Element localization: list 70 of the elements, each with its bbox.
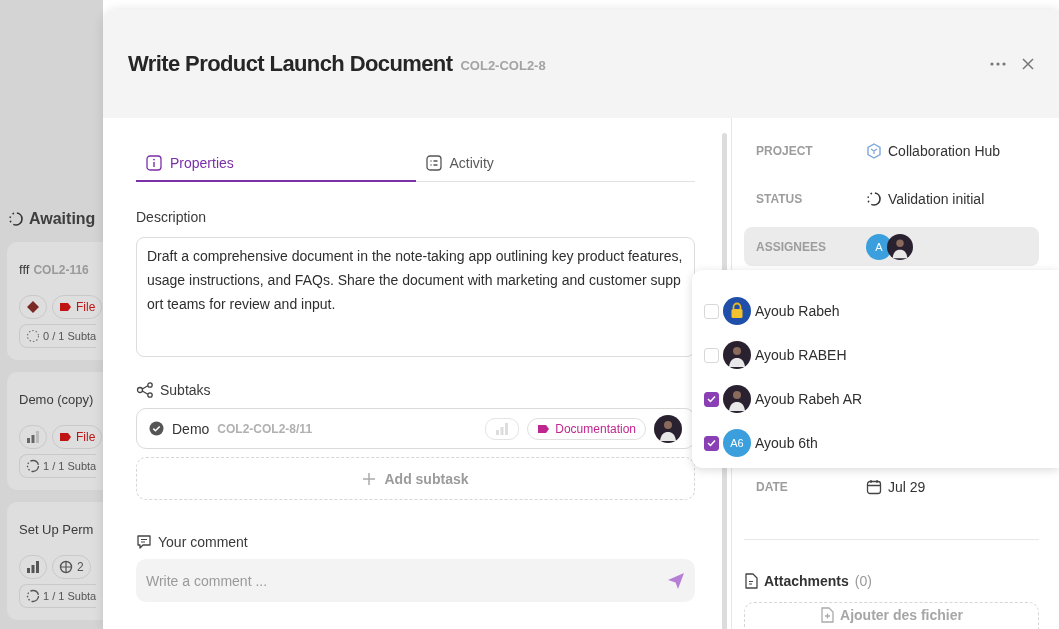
- list-icon: [425, 155, 442, 171]
- info-icon: [146, 154, 162, 171]
- card-title: Set Up Perm: [19, 522, 95, 537]
- task-title: Write Product Launch Document: [128, 51, 453, 77]
- property-label: STATUS: [756, 191, 804, 206]
- tag-icon: [537, 422, 551, 435]
- avatar: [723, 341, 751, 369]
- option-label[interactable]: Ayoub 6th: [755, 435, 818, 451]
- card-title: Demo (copy): [19, 392, 95, 407]
- send-icon: [667, 572, 685, 590]
- subtask-count: 1 / 1 Subta: [19, 584, 97, 608]
- property-value[interactable]: Collaboration Hub: [888, 142, 1001, 159]
- diamond-icon: [26, 300, 40, 314]
- subtasks-icon: [136, 382, 154, 398]
- property-value[interactable]: Jul 29: [888, 478, 926, 495]
- tag-icon: [59, 301, 72, 313]
- status-icon: [866, 190, 882, 207]
- subtask-count: 1 / 1 Subta: [19, 454, 97, 478]
- file-icon: [744, 573, 758, 589]
- close-button[interactable]: [1021, 57, 1035, 71]
- close-icon: [1021, 57, 1035, 71]
- subtask-title: Demo: [172, 420, 210, 437]
- send-button[interactable]: [667, 572, 685, 590]
- column-title: Awaiting: [29, 210, 96, 228]
- task-card[interactable]: fff COL2-116 File 0 / 1 Subta: [7, 242, 103, 360]
- file-add-icon: [820, 607, 835, 623]
- avatar: A: [866, 233, 892, 260]
- status-icon: [8, 211, 24, 227]
- task-card[interactable]: Set Up Perm 2 1 / 1 Subta: [7, 502, 103, 620]
- avatar: [654, 414, 682, 443]
- task-id: COL2-COL2-8: [460, 58, 546, 73]
- subtask-id: COL2-COL2-8/11: [217, 421, 313, 436]
- option-label[interactable]: Ayoub Rabeh: [755, 303, 840, 319]
- plus-icon: [362, 471, 377, 486]
- bars-icon: [26, 430, 40, 444]
- subtask-count: 0 / 1 Subta: [19, 324, 97, 348]
- avatar: [887, 233, 913, 260]
- section-label: Attachments: [764, 573, 849, 589]
- property-label: DATE: [756, 479, 789, 494]
- check-icon: [707, 439, 716, 447]
- checkbox[interactable]: [704, 435, 719, 451]
- tab[interactable]: Properties: [136, 145, 416, 182]
- more-icon: [989, 61, 1007, 67]
- comment-icon: [136, 534, 152, 550]
- avatar: A6: [723, 429, 751, 457]
- checkbox[interactable]: [704, 391, 719, 407]
- globe-icon: [59, 560, 73, 574]
- more-button[interactable]: [989, 61, 1007, 67]
- card-title: fff COL2-116: [19, 262, 90, 277]
- check-icon: [707, 395, 716, 403]
- avatar: [723, 385, 751, 413]
- avatar: [723, 297, 751, 325]
- description-field[interactable]: Draft a comprehensive document in the note-taking app outlining key product features, usage instructions, and FAQs. Share the document with marketing and customer support teams for review and input.: [136, 237, 695, 357]
- bars-icon: [26, 560, 40, 574]
- task-card[interactable]: Demo (copy) File 1 / 1 Subta: [7, 372, 103, 490]
- attachment-count: (0): [854, 573, 872, 589]
- property-label: PROJECT: [756, 143, 814, 158]
- bars-icon: [495, 421, 510, 436]
- section-label: Your comment: [158, 534, 248, 550]
- section-label: Description: [136, 209, 208, 225]
- comment-field[interactable]: Write a comment ...: [136, 559, 695, 602]
- property-label: ASSIGNEES: [756, 239, 828, 254]
- option-label[interactable]: Ayoub RABEH: [755, 347, 847, 363]
- tag-icon: [59, 431, 72, 443]
- tab[interactable]: Activity: [415, 145, 695, 182]
- section-label: Subtaks: [160, 382, 211, 398]
- property-value[interactable]: Validation initial: [888, 190, 985, 207]
- calendar-icon: [866, 478, 882, 495]
- cube-icon: [866, 142, 882, 159]
- option-label[interactable]: Ayoub Rabeh AR: [755, 391, 863, 407]
